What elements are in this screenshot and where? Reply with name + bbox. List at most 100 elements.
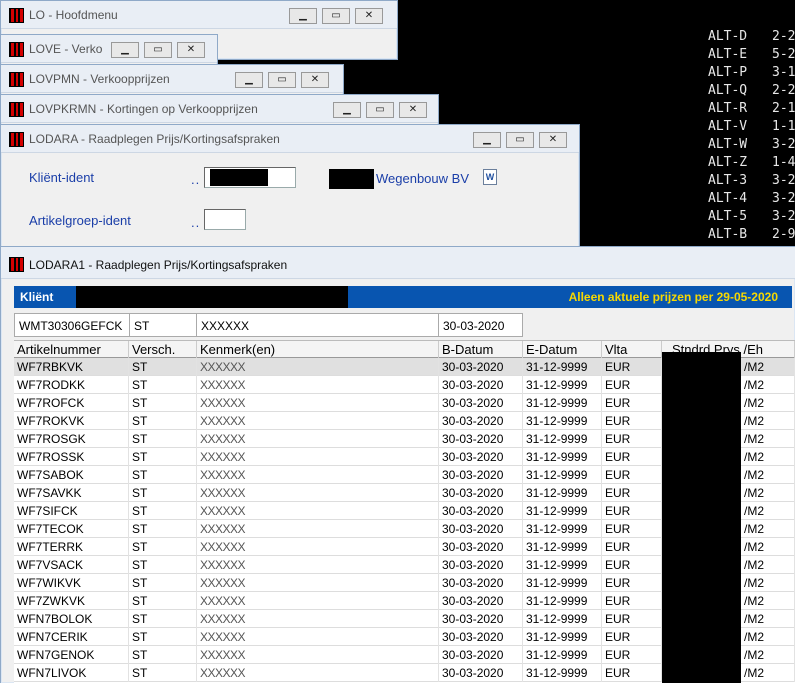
cell-b: 30-03-2020: [439, 484, 523, 502]
app-icon: [9, 102, 24, 117]
titlebar[interactable]: LO - Hoofdmenu ▁ ▭ ✕: [1, 1, 397, 29]
alt-shortcut-row: ALT-D 2-2: [708, 28, 795, 46]
cell-kenmerk: XXXXXX: [197, 628, 439, 646]
cell-kenmerk: XXXXXX: [197, 610, 439, 628]
cell-e: 31-12-9999: [523, 412, 602, 430]
app-icon: [9, 257, 24, 272]
word-document-icon[interactable]: W: [483, 169, 497, 185]
cell-b: 30-03-2020: [439, 394, 523, 412]
titlebar[interactable]: LODARA - Raadplegen Prijs/Kortingsafspra…: [1, 125, 579, 153]
column-header-b[interactable]: B-Datum: [439, 341, 523, 359]
cell-art: WF7RODKK: [14, 376, 129, 394]
cell-art: WF7VSACK: [14, 556, 129, 574]
alt-value: 2-1: [772, 101, 795, 116]
cell-versch: ST: [129, 538, 197, 556]
maximize-button[interactable]: ▭: [366, 102, 394, 118]
cell-kenmerk: XXXXXX: [197, 592, 439, 610]
klient-dots: ..: [191, 172, 201, 187]
close-button[interactable]: ✕: [177, 42, 205, 58]
klient-ident-input[interactable]: [204, 167, 296, 188]
titlebar[interactable]: LOVPKRMN - Kortingen op Verkoopprijzen ▁…: [1, 95, 438, 123]
artikelgroep-ident-input[interactable]: [204, 209, 246, 230]
cell-e: 31-12-9999: [523, 394, 602, 412]
alt-shortcut-row: ALT-R 2-1: [708, 100, 795, 118]
alt-value: 5-2: [772, 47, 795, 62]
window-title: LO - Hoofdmenu: [29, 8, 118, 22]
cell-kenmerk: XXXXXX: [197, 484, 439, 502]
artikelgroep-ident-label: Artikelgroep-ident: [29, 213, 131, 228]
cell-versch: ST: [129, 646, 197, 664]
alt-key: ALT-Q: [708, 83, 748, 98]
redacted-block: [210, 169, 268, 186]
close-button[interactable]: ✕: [539, 132, 567, 148]
cell-art: WF7SIFCK: [14, 502, 129, 520]
cell-e: 31-12-9999: [523, 448, 602, 466]
cell-versch: ST: [129, 394, 197, 412]
cell-vlta: EUR: [602, 592, 662, 610]
alt-shortcut-row: ALT-V 1-1: [708, 118, 795, 136]
maximize-button[interactable]: ▭: [506, 132, 534, 148]
alt-shortcut-row: ALT-Q 2-2: [708, 82, 795, 100]
alt-shortcut-row: ALT-5 3-2: [708, 208, 795, 226]
column-header-versch[interactable]: Versch.: [129, 341, 197, 359]
maximize-button[interactable]: ▭: [268, 72, 296, 88]
column-header-art[interactable]: Artikelnummer: [14, 341, 129, 359]
cell-art: WF7RBKVK: [14, 358, 129, 376]
klient-ident-label: Kliënt-ident: [29, 170, 95, 185]
cell-kenmerk: XXXXXX: [197, 520, 439, 538]
minimize-button[interactable]: ▁: [111, 42, 139, 58]
cell-art: WF7ROFCK: [14, 394, 129, 412]
cell-vlta: EUR: [602, 430, 662, 448]
window-lodara[interactable]: LODARA - Raadplegen Prijs/Kortingsafspra…: [0, 124, 580, 254]
cell-b: 30-03-2020: [439, 466, 523, 484]
cell-e: 31-12-9999: [523, 430, 602, 448]
maximize-button[interactable]: ▭: [144, 42, 172, 58]
close-button[interactable]: ✕: [399, 102, 427, 118]
cell-kenmerk: XXXXXX: [197, 664, 439, 682]
cell-kenmerk: XXXXXX: [197, 430, 439, 448]
close-button[interactable]: ✕: [301, 72, 329, 88]
cell-kenmerk: XXXXXX: [197, 412, 439, 430]
cell-b: 30-03-2020: [439, 592, 523, 610]
titlebar[interactable]: LODARA1 - Raadplegen Prijs/Kortingsafspr…: [1, 247, 795, 279]
alt-shortcut-row: ALT-P 3-1: [708, 64, 795, 82]
redacted-client-name: [76, 286, 348, 308]
minimize-button[interactable]: ▁: [235, 72, 263, 88]
column-header-kenmerk[interactable]: Kenmerk(en): [197, 341, 439, 359]
alt-value: 3-2: [772, 191, 795, 206]
titlebar[interactable]: LOVPMN - Verkoopprijzen ▁ ▭ ✕: [1, 65, 343, 93]
minimize-button[interactable]: ▁: [289, 8, 317, 24]
info-code: WMT30306GEFCK: [14, 313, 130, 337]
cell-vlta: EUR: [602, 646, 662, 664]
alt-key: ALT-B: [708, 227, 748, 242]
alt-shortcut-row: ALT-4 3-2: [708, 190, 795, 208]
cell-kenmerk: XXXXXX: [197, 466, 439, 484]
cell-kenmerk: XXXXXX: [197, 448, 439, 466]
cell-versch: ST: [129, 610, 197, 628]
titlebar[interactable]: LOVE - Verko ▁ ▭ ✕: [1, 35, 217, 63]
window-title: LODARA1 - Raadplegen Prijs/Kortingsafspr…: [29, 258, 288, 272]
alt-key: ALT-5: [708, 209, 748, 224]
alt-shortcut-row: ALT-W 3-2: [708, 136, 795, 154]
cell-e: 31-12-9999: [523, 664, 602, 682]
cell-vlta: EUR: [602, 520, 662, 538]
cell-art: WFN7LIVOK: [14, 664, 129, 682]
close-button[interactable]: ✕: [355, 8, 383, 24]
alt-value: 2-2: [772, 29, 795, 44]
minimize-button[interactable]: ▁: [473, 132, 501, 148]
klient-header-band: Kliënt Alleen aktuele prijzen per 29-05-…: [14, 286, 792, 308]
cell-e: 31-12-9999: [523, 466, 602, 484]
maximize-button[interactable]: ▭: [322, 8, 350, 24]
minimize-button[interactable]: ▁: [333, 102, 361, 118]
cell-versch: ST: [129, 574, 197, 592]
cell-vlta: EUR: [602, 484, 662, 502]
column-header-e[interactable]: E-Datum: [523, 341, 602, 359]
cell-art: WF7ROSGK: [14, 430, 129, 448]
alt-shortcut-row: ALT-B 2-9: [708, 226, 795, 244]
column-header-vlta[interactable]: Vlta: [602, 341, 662, 359]
selected-item-info: WMT30306GEFCK ST XXXXXX 30-03-2020: [14, 313, 524, 337]
cell-vlta: EUR: [602, 358, 662, 376]
cell-art: WF7SABOK: [14, 466, 129, 484]
cell-vlta: EUR: [602, 466, 662, 484]
cell-b: 30-03-2020: [439, 610, 523, 628]
